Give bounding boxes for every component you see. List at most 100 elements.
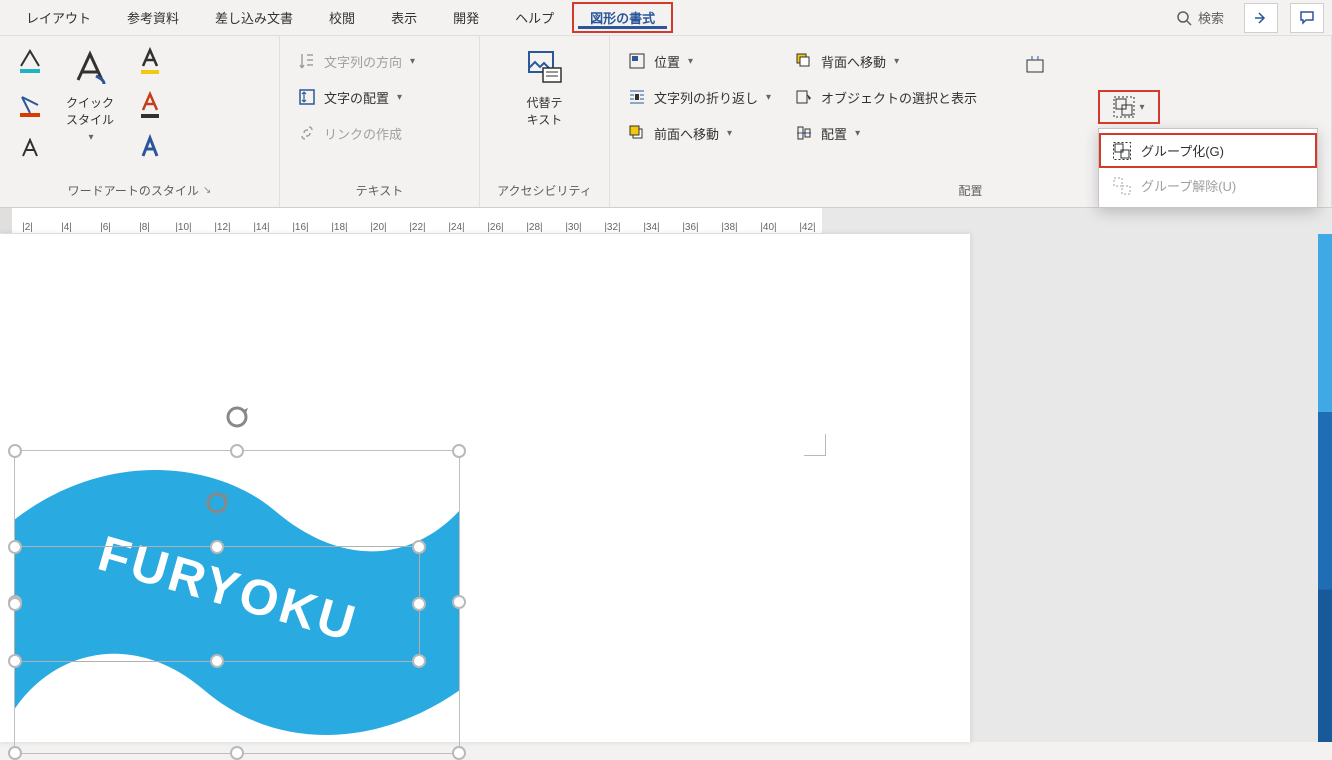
text-direction-button[interactable]: 文字列の方向 ▾ bbox=[290, 46, 421, 76]
ribbon-tabs: レイアウト 参考資料 差し込み文書 校閲 表示 開発 ヘルプ 図形の書式 検索 bbox=[0, 0, 1332, 36]
rotate-handle[interactable] bbox=[203, 489, 231, 517]
text-direction-icon bbox=[298, 52, 316, 70]
resize-handle[interactable] bbox=[210, 540, 224, 554]
ruler-tick: |28| bbox=[515, 222, 554, 233]
ruler-tick: |26| bbox=[476, 222, 515, 233]
margin-corner-mark bbox=[804, 434, 826, 456]
ruler-tick: |10| bbox=[164, 222, 203, 233]
ruler-tick: |2| bbox=[8, 222, 47, 233]
group-accessibility: 代替テ キスト アクセシビリティ bbox=[480, 36, 610, 207]
text-align-button[interactable]: 文字の配置 ▾ bbox=[290, 82, 421, 112]
resize-handle[interactable] bbox=[8, 444, 22, 458]
size-height-button[interactable] bbox=[1013, 46, 1057, 84]
resize-handle[interactable] bbox=[8, 746, 22, 760]
alt-text-label: 代替テ キスト bbox=[526, 94, 562, 128]
menu-item-ungroup-label: グループ解除(U) bbox=[1141, 176, 1236, 195]
bring-front-button[interactable]: 前面へ移動▾ bbox=[620, 118, 777, 148]
text-outline-button[interactable] bbox=[10, 86, 50, 124]
wrap-text-label: 文字列の折り返し bbox=[654, 88, 758, 107]
ruler-tick: |4| bbox=[47, 222, 86, 233]
create-link-label: リンクの作成 bbox=[324, 124, 402, 143]
group-title-text: テキスト bbox=[290, 178, 469, 205]
rotate-icon bbox=[203, 489, 231, 517]
search-label: 検索 bbox=[1198, 8, 1224, 27]
resize-handle[interactable] bbox=[230, 444, 244, 458]
group-icon bbox=[1113, 142, 1131, 160]
text-align-label: 文字の配置 bbox=[324, 88, 389, 107]
ruler-inactive-area bbox=[822, 208, 1332, 233]
tab-review[interactable]: 校閲 bbox=[311, 2, 373, 33]
group-title-accessibility: アクセシビリティ bbox=[490, 178, 599, 205]
menu-item-group-label: グループ化(G) bbox=[1141, 141, 1224, 160]
rotate-handle[interactable] bbox=[223, 403, 251, 431]
ruler-tick: |30| bbox=[554, 222, 593, 233]
tab-shape-format[interactable]: 図形の書式 bbox=[572, 2, 673, 33]
menu-item-ungroup: グループ解除(U) bbox=[1099, 168, 1317, 203]
tab-layout[interactable]: レイアウト bbox=[8, 2, 109, 33]
quick-styles-label: クイック スタイル bbox=[66, 94, 114, 128]
text-outline-a-button[interactable] bbox=[130, 86, 170, 124]
align-button[interactable]: 配置▾ bbox=[787, 118, 983, 148]
group-icon bbox=[1113, 96, 1135, 118]
document-page[interactable]: FURYOKU bbox=[0, 234, 970, 742]
workspace: FURYOKU bbox=[0, 234, 1332, 742]
text-effects-a-button[interactable] bbox=[130, 130, 170, 168]
create-link-button[interactable]: リンクの作成 bbox=[290, 118, 421, 148]
a-underline-black-icon bbox=[137, 90, 163, 120]
ruler-tick: |24| bbox=[437, 222, 476, 233]
a-underline-yellow-icon bbox=[137, 46, 163, 76]
share-button[interactable] bbox=[1244, 3, 1278, 33]
text-outline-icon bbox=[17, 92, 43, 118]
ruler-tick: |14| bbox=[242, 222, 281, 233]
menu-item-group[interactable]: グループ化(G) bbox=[1099, 133, 1317, 168]
ruler-tick: |40| bbox=[749, 222, 788, 233]
resize-handle[interactable] bbox=[210, 654, 224, 668]
tab-view[interactable]: 表示 bbox=[373, 2, 435, 33]
group-text: 文字列の方向 ▾ 文字の配置 ▾ リンクの作成 テキスト bbox=[280, 36, 480, 207]
tab-mailings[interactable]: 差し込み文書 bbox=[197, 2, 311, 33]
resize-handle[interactable] bbox=[412, 654, 426, 668]
align-icon bbox=[795, 124, 813, 142]
resize-handle[interactable] bbox=[230, 746, 244, 760]
selection-pane-label: オブジェクトの選択と表示 bbox=[821, 88, 977, 107]
quick-styles-icon bbox=[68, 46, 112, 90]
position-button[interactable]: 位置▾ bbox=[620, 46, 777, 76]
text-fill-button[interactable] bbox=[10, 42, 50, 80]
resize-handle[interactable] bbox=[8, 540, 22, 554]
send-back-button[interactable]: 背面へ移動▾ bbox=[787, 46, 983, 76]
position-label: 位置 bbox=[654, 52, 680, 71]
ruler-tick: |38| bbox=[710, 222, 749, 233]
search-icon bbox=[1176, 10, 1192, 26]
resize-handle[interactable] bbox=[452, 746, 466, 760]
resize-handle[interactable] bbox=[8, 597, 22, 611]
selection-pane-button[interactable]: オブジェクトの選択と表示 bbox=[787, 82, 983, 112]
a-glow-blue-icon bbox=[137, 134, 163, 164]
wrap-icon bbox=[628, 88, 646, 106]
wrap-text-button[interactable]: 文字列の折り返し▾ bbox=[620, 82, 777, 112]
dialog-launcher-icon[interactable]: ↘ bbox=[203, 185, 211, 196]
text-fill-icon bbox=[17, 48, 43, 74]
group-objects-button[interactable]: ▾ bbox=[1098, 90, 1160, 124]
resize-handle[interactable] bbox=[452, 595, 466, 609]
bring-front-label: 前面へ移動 bbox=[654, 124, 719, 143]
resize-handle[interactable] bbox=[412, 540, 426, 554]
horizontal-ruler[interactable]: |2| |4| |6| |8| |10| |12| |14| |16| |18|… bbox=[0, 208, 1332, 234]
ungroup-icon bbox=[1113, 177, 1131, 195]
send-back-label: 背面へ移動 bbox=[821, 52, 886, 71]
ruler-tick: |6| bbox=[86, 222, 125, 233]
ruler-tick: |18| bbox=[320, 222, 359, 233]
text-effects-button[interactable] bbox=[10, 130, 50, 168]
tab-references[interactable]: 参考資料 bbox=[109, 2, 197, 33]
comment-icon bbox=[1299, 10, 1315, 26]
search-box[interactable]: 検索 bbox=[1168, 4, 1232, 31]
quick-styles-button[interactable]: クイック スタイル ▾ bbox=[60, 42, 120, 147]
text-fill-a-button[interactable] bbox=[130, 42, 170, 80]
wordart-selection-box[interactable] bbox=[14, 546, 420, 662]
resize-handle[interactable] bbox=[412, 597, 426, 611]
tab-help[interactable]: ヘルプ bbox=[497, 2, 572, 33]
comments-button[interactable] bbox=[1290, 3, 1324, 33]
resize-handle[interactable] bbox=[8, 654, 22, 668]
alt-text-button[interactable]: 代替テ キスト bbox=[517, 42, 573, 132]
tab-developer[interactable]: 開発 bbox=[435, 2, 497, 33]
resize-handle[interactable] bbox=[452, 444, 466, 458]
